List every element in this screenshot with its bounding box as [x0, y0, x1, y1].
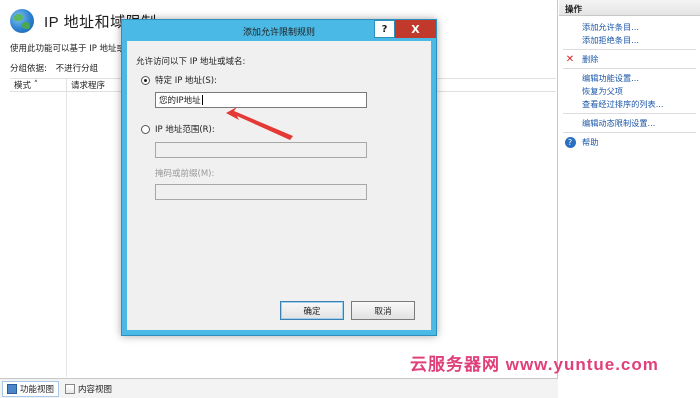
tab-content-view[interactable]: 内容视图: [61, 381, 116, 397]
divider: [563, 68, 696, 69]
action-add-allow[interactable]: 添加允许条目...: [559, 21, 700, 33]
dialog-help-button[interactable]: ?: [374, 20, 395, 38]
column-divider: [66, 92, 67, 377]
mask-label: 掩码或前缀(M):: [155, 169, 215, 179]
dialog-body: 允许访问以下 IP 地址或域名: 特定 IP 地址(S): 您的IP地址 IP …: [127, 41, 431, 330]
action-edit-feature-settings[interactable]: 编辑功能设置...: [559, 72, 700, 84]
divider: [563, 49, 696, 50]
action-revert-to-parent[interactable]: 恢复为父项: [559, 85, 700, 97]
content-view-icon: [65, 383, 76, 394]
ok-button[interactable]: 确定: [280, 301, 344, 320]
add-allow-rule-dialog: 添加允许限制规则 ? X 允许访问以下 IP 地址或域名: 特定 IP 地址(S…: [121, 19, 437, 336]
radio-ip-range[interactable]: IP 地址范围(R):: [141, 123, 215, 135]
help-icon: ?: [564, 136, 576, 148]
globe-icon: [10, 9, 34, 33]
tab-features-view[interactable]: 功能视图: [2, 380, 60, 397]
group-by-label: 分组依据:: [10, 64, 47, 74]
dialog-titlebar[interactable]: 添加允许限制规则 ? X: [122, 20, 436, 41]
mask-input[interactable]: [155, 184, 367, 200]
radio-specific-ip[interactable]: 特定 IP 地址(S):: [141, 74, 217, 86]
cancel-button[interactable]: 取消: [351, 301, 415, 320]
radio-unselected-icon: [141, 124, 150, 134]
delete-icon: ✕: [565, 53, 575, 65]
column-mode[interactable]: 模式 ˄: [10, 79, 67, 91]
group-by-value[interactable]: 不进行分组: [56, 64, 99, 74]
action-add-deny[interactable]: 添加拒绝条目...: [559, 34, 700, 46]
text-caret: [201, 95, 203, 105]
features-view-icon: [7, 383, 17, 394]
dialog-prompt: 允许访问以下 IP 地址或域名:: [136, 57, 246, 67]
ip-range-input[interactable]: [155, 142, 367, 158]
action-view-ordered-list[interactable]: 查看经过排序的列表...: [559, 98, 700, 110]
group-by: 分组依据: 不进行分组: [10, 62, 104, 74]
action-help[interactable]: ? 帮助: [559, 136, 700, 148]
radio-selected-icon: [141, 75, 150, 85]
page-description: 使用此功能可以基于 IP 地址或: [10, 44, 126, 54]
actions-header: 操作: [559, 0, 700, 16]
divider: [563, 132, 696, 133]
view-tabs: 功能视图 内容视图: [0, 378, 558, 398]
dialog-close-button[interactable]: X: [395, 20, 436, 38]
action-edit-dynamic-restrictions[interactable]: 编辑动态限制设置...: [559, 117, 700, 129]
actions-panel: 操作 添加允许条目... 添加拒绝条目... ✕ 删除 编辑功能设置... 恢复为…: [559, 0, 700, 398]
specific-ip-input[interactable]: 您的IP地址: [155, 92, 367, 108]
action-delete[interactable]: ✕ 删除: [559, 53, 700, 65]
divider: [563, 113, 696, 114]
sort-up-icon: ˄: [33, 80, 38, 90]
watermark: 云服务器网 www.yuntue.com: [410, 355, 659, 374]
